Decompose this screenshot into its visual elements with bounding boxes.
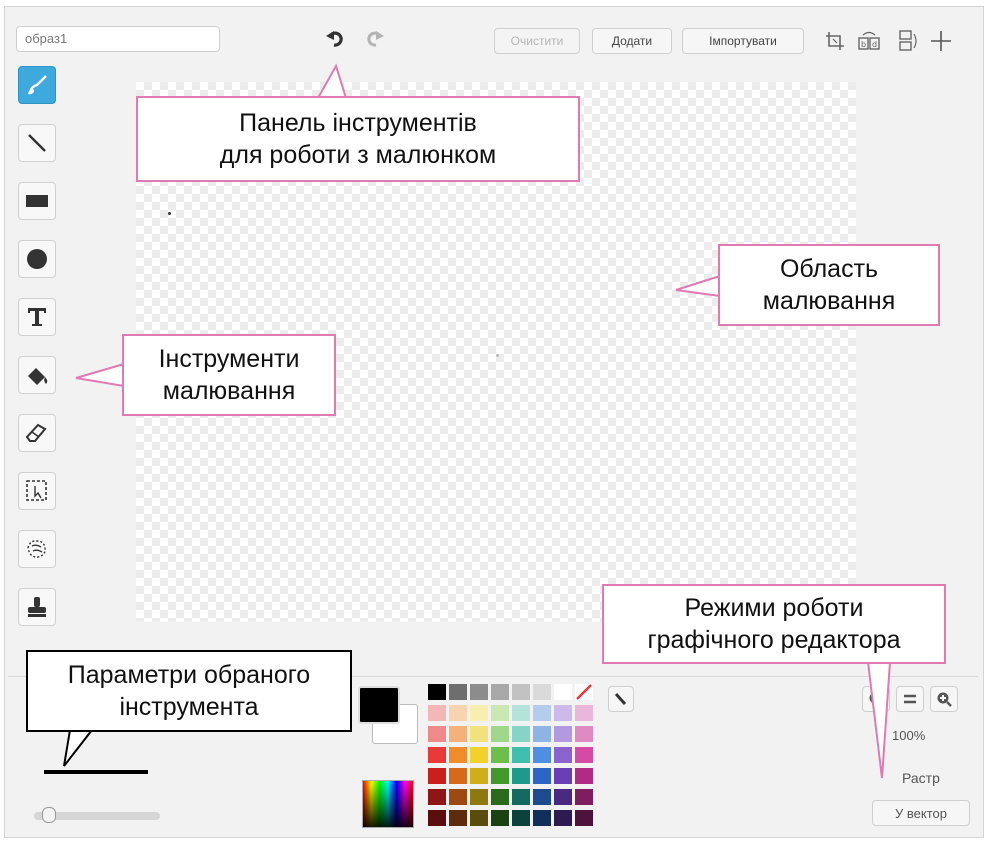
callout-tool-params: Параметри обраного інструмента	[26, 650, 352, 732]
callout-drawing-area: Область малювання	[718, 244, 940, 326]
pointer-tools	[75, 363, 125, 387]
pointer-params	[63, 729, 93, 767]
pointer-modes	[867, 661, 891, 779]
callout-toolbar-panel: Панель інструментів для роботи з малюнко…	[136, 96, 580, 182]
pointer-toolbar	[317, 63, 347, 99]
pointer-canvas	[675, 275, 721, 297]
callout-drawing-tools: Інструменти малювання	[122, 334, 336, 416]
callout-editor-modes: Режими роботи графічного редактора	[602, 584, 946, 664]
